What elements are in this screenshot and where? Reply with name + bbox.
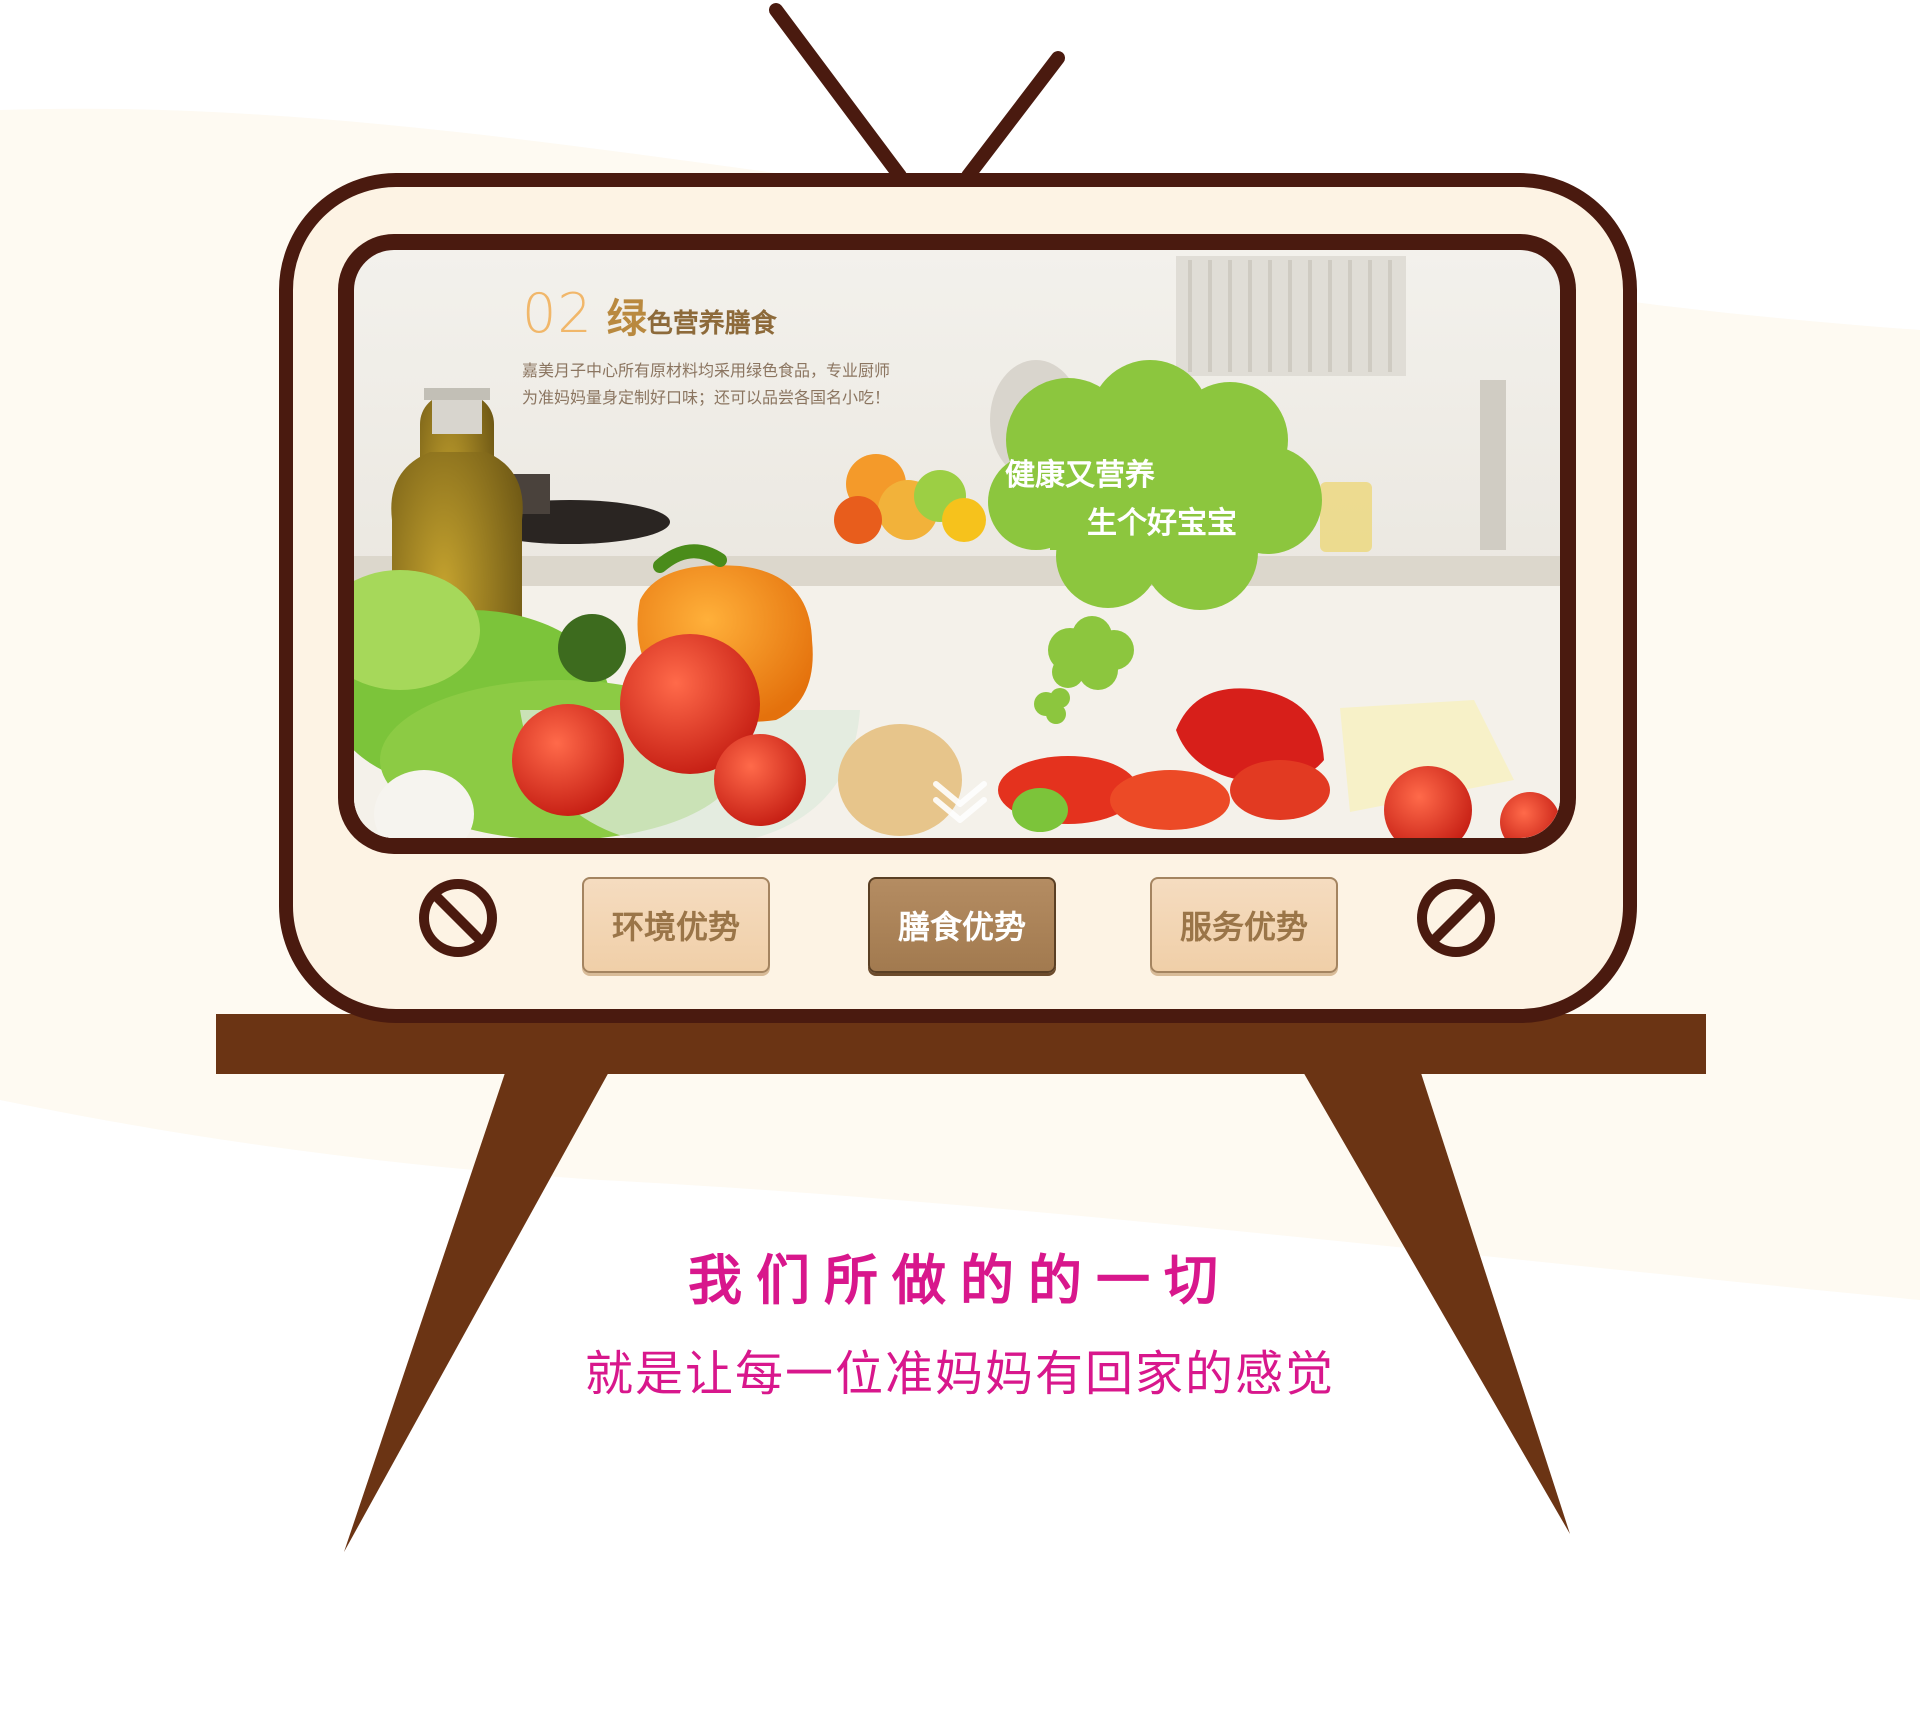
tv-antenna xyxy=(769,3,1065,183)
screen-title: 色营养膳食 xyxy=(646,309,777,339)
tab-environment[interactable]: 环境优势 xyxy=(582,877,770,973)
screen-caption: 02 绿 色营养膳食 嘉美月子中心所有原材料均采用绿色食品，专业厨师为准妈妈量身… xyxy=(522,282,902,411)
screen-description: 嘉美月子中心所有原材料均采用绿色食品，专业厨师为准妈妈量身定制好口味；还可以品尝… xyxy=(522,361,891,407)
tv-illustration xyxy=(216,3,1706,1552)
screen-number: 02 xyxy=(522,282,593,345)
tv-knob-icon xyxy=(1417,879,1495,957)
bubble-text: 健康又营养 生个好宝宝 xyxy=(1005,452,1275,548)
slogan-subline: 就是让每一位准妈妈有回家的感觉 xyxy=(584,1346,1335,1402)
screen-heading: 02 绿 色营养膳食 xyxy=(522,282,902,345)
tab-diet[interactable]: 膳食优势 xyxy=(868,877,1056,973)
bubble-line-1: 健康又营养 xyxy=(1005,458,1155,493)
kitchen-photo xyxy=(354,250,1560,838)
tab-service[interactable]: 服务优势 xyxy=(1150,877,1338,973)
tv-knob-icon xyxy=(419,879,497,957)
slogan-headline: 我们所做的的一切 xyxy=(688,1249,1232,1312)
bubble-line-2: 生个好宝宝 xyxy=(1087,506,1237,541)
screen-title-lead: 绿 xyxy=(606,296,647,342)
